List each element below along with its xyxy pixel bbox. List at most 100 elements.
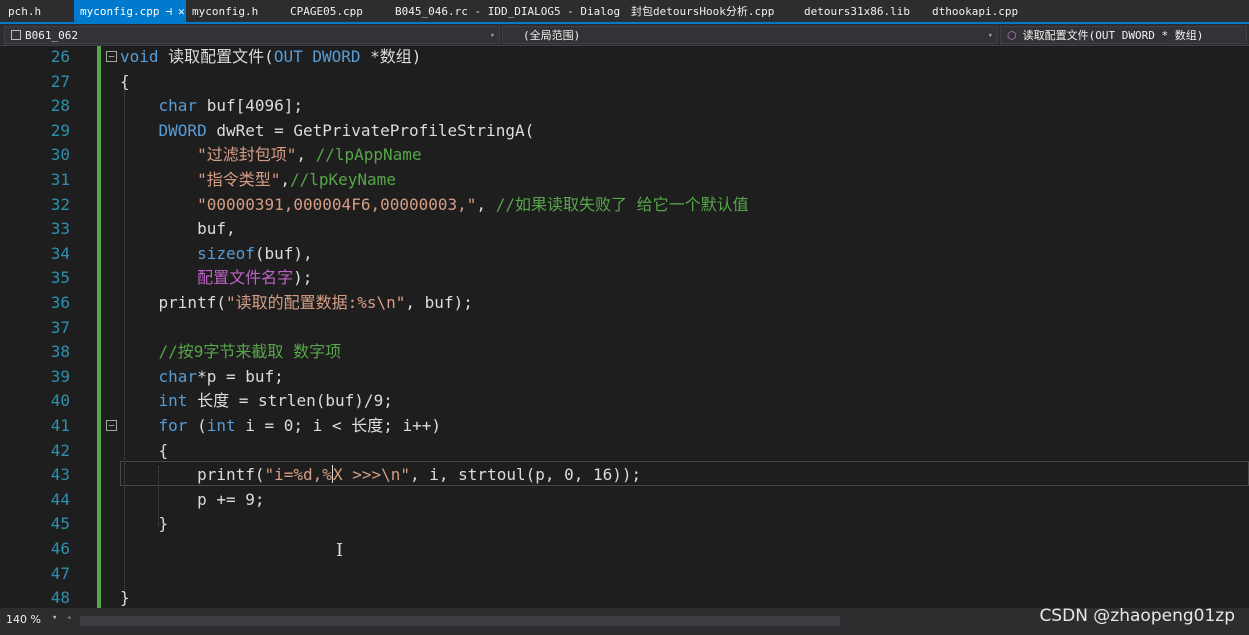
- fold-toggle-icon[interactable]: −: [106, 51, 117, 62]
- tab-myconfig-cpp[interactable]: myconfig.cpp ⊣ ✕: [74, 0, 186, 22]
- line-number: 29: [50, 120, 70, 140]
- code-editor[interactable]: 26− void 读取配置文件(OUT DWORD *数组) 27{28 char …: [0, 46, 1249, 608]
- code-line[interactable]: 34 sizeof(buf),: [0, 242, 1249, 267]
- code-token: 配置文件名字: [197, 268, 294, 288]
- code-token: *数组): [360, 47, 422, 66]
- function-label: 读取配置文件(OUT DWORD * 数组): [1022, 29, 1204, 42]
- tab-myconfig-h[interactable]: myconfig.h: [186, 0, 264, 22]
- line-number: 41: [50, 416, 70, 435]
- zoom-level[interactable]: 140 %: [6, 613, 41, 626]
- function-dropdown[interactable]: ⬡ 读取配置文件(OUT DWORD * 数组): [1000, 26, 1247, 44]
- code-line[interactable]: 44 p += 9;: [0, 488, 1249, 513]
- tab-label: 封包detoursHook分析.cpp: [631, 5, 775, 18]
- chevron-down-icon[interactable]: ▾: [52, 613, 57, 623]
- code-line[interactable]: 36 printf("读取的配置数据:%s\n", buf);: [0, 291, 1249, 316]
- code-line[interactable]: 33 buf,: [0, 217, 1249, 242]
- close-icon[interactable]: ✕: [178, 5, 185, 18]
- scroll-left-icon[interactable]: ◂: [66, 613, 71, 623]
- code-token: "00000391,000004F6,00000003,": [197, 194, 477, 214]
- code-text: char*p = buf;: [120, 365, 284, 390]
- scope-label: (全局范围): [523, 29, 581, 42]
- code-line[interactable]: 48}: [0, 586, 1249, 608]
- code-text: //按9字节来截取 数字项: [120, 340, 342, 365]
- code-line[interactable]: 41 − for (int i = 0; i < 长度; i++): [0, 414, 1249, 439]
- code-token: i = 0; i < 长度; i++): [235, 416, 442, 435]
- code-line[interactable]: 27 {: [0, 70, 1249, 95]
- code-line[interactable]: 30 "过滤封包项", //lpAppName: [0, 143, 1249, 168]
- tab-label: pch.h: [8, 5, 42, 18]
- code-text: printf("读取的配置数据:%s\n", buf);: [120, 291, 473, 316]
- line-number: 45: [50, 514, 70, 534]
- code-token: {: [120, 440, 169, 460]
- tab-cpage05-cpp[interactable]: CPAGE05.cpp: [284, 0, 369, 22]
- code-token: dwRet = GetPrivateProfileStringA(: [206, 120, 535, 140]
- code-text: sizeof(buf),: [120, 242, 313, 267]
- watermark: CSDN @zhaopeng01zp: [1039, 606, 1235, 626]
- code-line[interactable]: 43 printf("i=%d,%X >>>\n", i, strtoul(p,…: [0, 463, 1249, 488]
- code-token: buf,: [120, 219, 236, 239]
- code-token: OUT: [273, 47, 303, 66]
- tab-pch-h[interactable]: pch.h: [2, 0, 47, 22]
- tab-label: detours31x86.lib: [804, 5, 910, 18]
- code-line[interactable]: 26 − void 读取配置文件(OUT DWORD *数组): [0, 46, 1249, 70]
- code-line[interactable]: 42 {: [0, 439, 1249, 464]
- code-text: char buf[4096];: [120, 94, 304, 119]
- scope-dropdown[interactable]: (全局范围) ▾: [502, 26, 998, 44]
- chevron-down-icon: ▾: [987, 31, 993, 41]
- tab-b045-046-rc-dialog[interactable]: B045_046.rc - IDD_DIALOG5 - Dialog: [389, 0, 626, 22]
- line-number: 26: [50, 47, 70, 66]
- code-line[interactable]: 40 int 长度 = strlen(buf)/9;: [0, 389, 1249, 414]
- line-number: 40: [50, 391, 70, 411]
- code-text: DWORD dwRet = GetPrivateProfileStringA(: [120, 119, 535, 144]
- code-token: void: [120, 47, 159, 66]
- code-line[interactable]: 31 "指令类型",//lpKeyName: [0, 168, 1249, 193]
- horizontal-scrollbar[interactable]: [80, 616, 840, 626]
- code-token: {: [120, 71, 130, 91]
- line-number: 32: [50, 194, 70, 214]
- code-text: "过滤封包项", //lpAppName: [120, 143, 422, 168]
- fold-toggle-icon[interactable]: −: [106, 420, 117, 431]
- code-token: );: [293, 268, 313, 288]
- code-token: ,: [296, 145, 316, 165]
- tab-detourshook-cpp[interactable]: 封包detoursHook分析.cpp: [625, 0, 780, 22]
- tab-label: dthookapi.cpp: [932, 5, 1019, 18]
- line-number: 46: [50, 539, 70, 558]
- code-line[interactable]: 32 "00000391,000004F6,00000003,", //如果读取…: [0, 193, 1249, 218]
- code-token: "读取的配置数据:%s\n": [225, 293, 406, 312]
- code-line[interactable]: 47: [0, 562, 1249, 587]
- code-token: DWORD: [158, 120, 207, 140]
- code-line[interactable]: 37: [0, 316, 1249, 341]
- line-number: 28: [50, 96, 70, 116]
- tab-dthookapi-cpp[interactable]: dthookapi.cpp: [926, 0, 1024, 22]
- code-token: }: [120, 588, 130, 608]
- tab-detours-lib[interactable]: detours31x86.lib: [798, 0, 916, 22]
- code-line[interactable]: 38 //按9字节来截取 数字项: [0, 340, 1249, 365]
- code-line[interactable]: 29 DWORD dwRet = GetPrivateProfileString…: [0, 119, 1249, 144]
- code-token: (buf),: [254, 243, 313, 263]
- line-number: 42: [50, 440, 70, 460]
- code-token: for: [158, 416, 188, 435]
- code-token: 长度 = strlen(buf)/9;: [187, 391, 393, 411]
- line-number: 31: [50, 170, 70, 189]
- project-dropdown[interactable]: B061_062 ▾: [4, 26, 500, 44]
- code-line[interactable]: 45 }: [0, 512, 1249, 537]
- code-line[interactable]: 39 char*p = buf;: [0, 365, 1249, 390]
- code-line[interactable]: 35 配置文件名字);: [0, 266, 1249, 291]
- pin-icon[interactable]: ⊣: [165, 5, 172, 18]
- code-line[interactable]: 28 char buf[4096];: [0, 94, 1249, 119]
- code-token: "i=%d,%: [264, 465, 332, 485]
- code-line[interactable]: 46: [0, 537, 1249, 562]
- line-number: 27: [50, 71, 70, 91]
- project-label: B061_062: [25, 29, 78, 42]
